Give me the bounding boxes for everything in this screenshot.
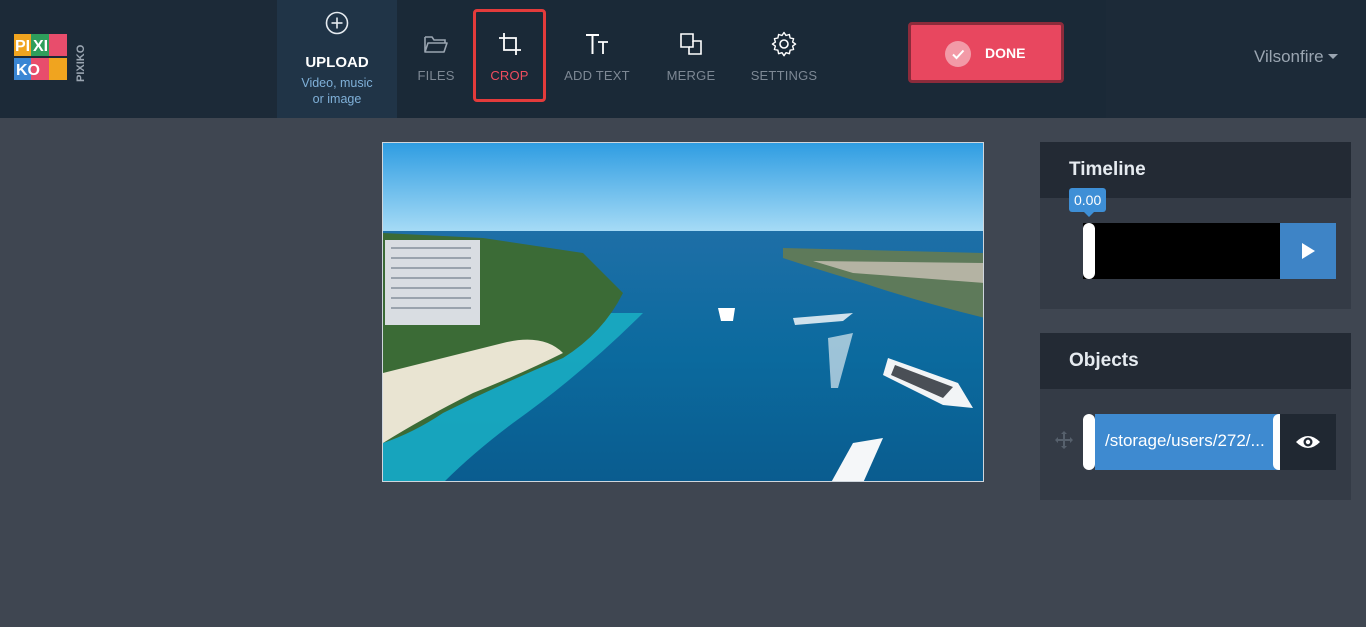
merge-icon (680, 33, 702, 55)
upload-subtitle-line1: Video, music (301, 76, 373, 90)
svg-text:PI: PI (15, 38, 30, 55)
move-icon[interactable] (1054, 430, 1074, 450)
video-frame-image (383, 143, 983, 481)
tool-files[interactable]: FILES (397, 0, 475, 118)
upload-subtitle: Video, music or image (277, 75, 397, 107)
check-icon (945, 41, 971, 67)
tool-add-text-label: ADD TEXT (564, 68, 630, 83)
object-item-label: /storage/users/272/... (1105, 431, 1265, 450)
tool-crop[interactable]: CROP (473, 0, 546, 118)
play-icon (1302, 243, 1315, 259)
done-button[interactable]: DONE (908, 22, 1064, 83)
editor-toolbar: UPLOAD Video, music or image FILES CROP (277, 0, 1106, 118)
caret-down-icon (1327, 54, 1338, 59)
upload-title: UPLOAD (305, 54, 369, 71)
svg-text:PIXIKO: PIXIKO (75, 44, 87, 82)
tool-files-label: FILES (417, 68, 455, 83)
plus-circle-icon (325, 11, 349, 35)
objects-panel: Objects /storage/users/272/... (1040, 333, 1351, 500)
text-icon (586, 34, 608, 54)
upload-subtitle-line2: or image (312, 92, 362, 106)
user-menu[interactable]: Vilsonfire (1254, 47, 1338, 67)
object-item[interactable]: /storage/users/272/... (1095, 414, 1281, 470)
folder-icon (424, 36, 448, 53)
done-label: DONE (985, 45, 1026, 61)
eye-icon (1296, 436, 1320, 448)
crop-icon (498, 33, 521, 55)
app-header: PI XI KO PIXIKO UPLOAD Video, music or i… (0, 0, 1366, 118)
pixiko-logo[interactable]: PI XI KO PIXIKO (14, 32, 88, 84)
svg-text:XI: XI (33, 38, 48, 55)
upload-button[interactable]: UPLOAD Video, music or image (277, 0, 397, 118)
tool-add-text[interactable]: ADD TEXT (557, 0, 637, 118)
tool-merge[interactable]: MERGE (652, 0, 730, 118)
tool-settings[interactable]: SETTINGS (745, 0, 823, 118)
object-start-handle[interactable] (1083, 414, 1095, 470)
gear-icon (771, 31, 797, 57)
tool-merge-label: MERGE (666, 68, 716, 83)
visibility-toggle-button[interactable] (1280, 414, 1336, 470)
play-button[interactable] (1280, 223, 1336, 279)
user-name: Vilsonfire (1254, 47, 1324, 66)
objects-title: Objects (1040, 333, 1351, 389)
timeline-start-handle[interactable] (1083, 223, 1095, 279)
video-preview[interactable] (382, 142, 984, 482)
timeline-panel: Timeline 0.00 (1040, 142, 1351, 309)
svg-text:KO: KO (16, 62, 40, 79)
timeline-track[interactable] (1083, 223, 1281, 279)
time-indicator: 0.00 (1069, 188, 1107, 217)
tool-crop-label: CROP (490, 68, 529, 83)
tool-settings-label: SETTINGS (750, 68, 818, 83)
